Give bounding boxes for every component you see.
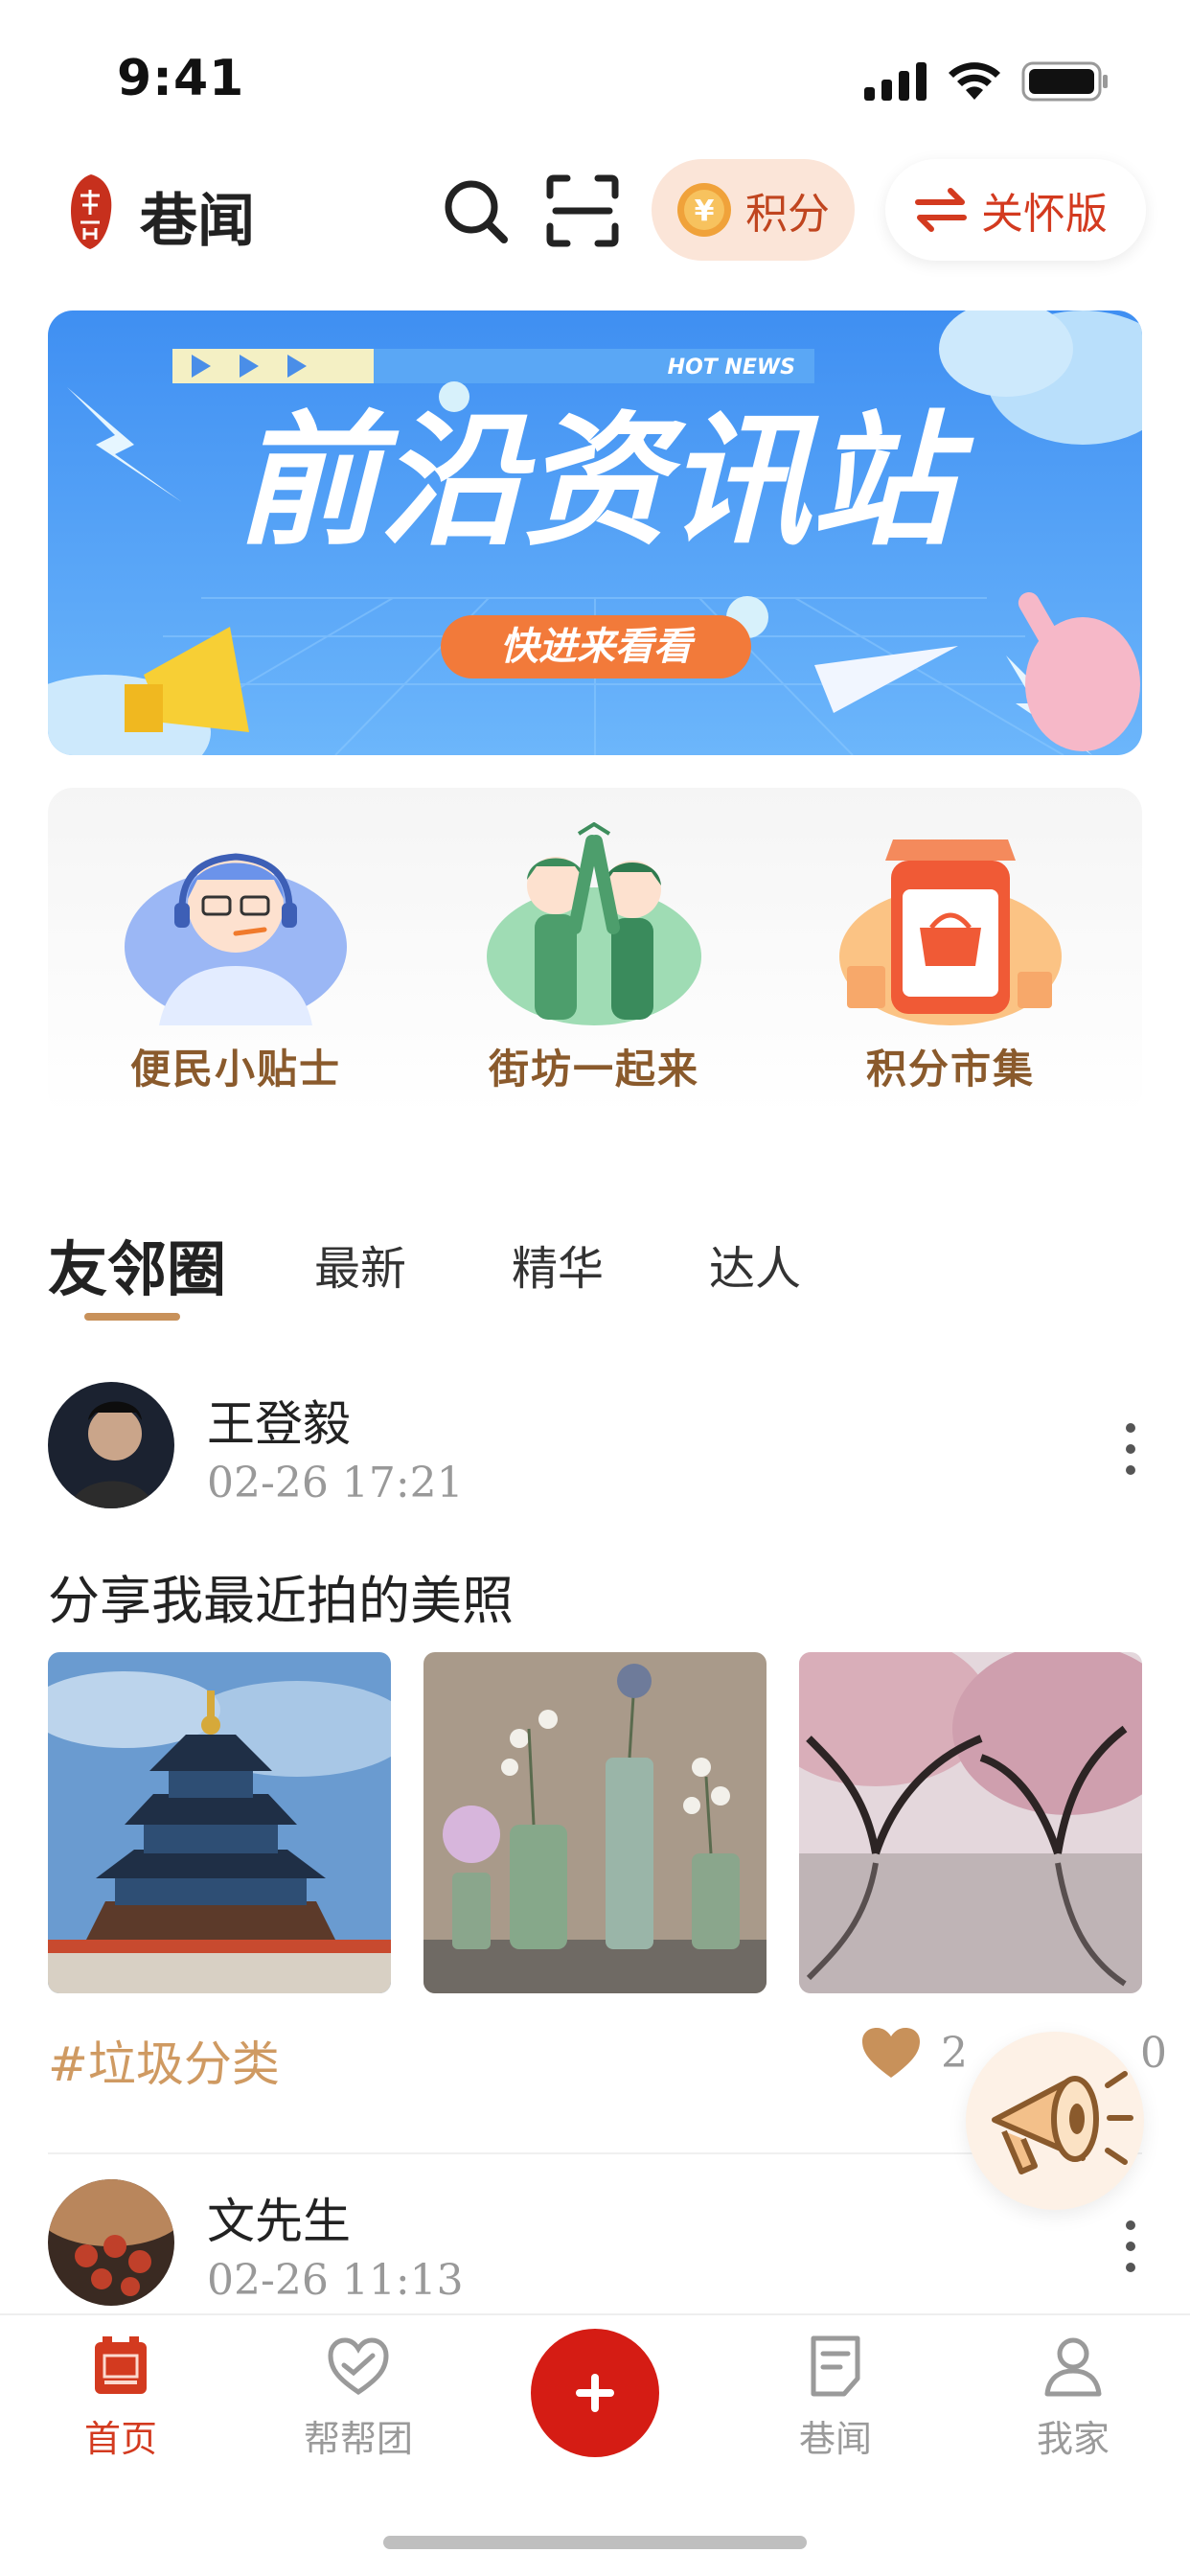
tab-experts[interactable]: 达人 (709, 1230, 801, 1298)
post-tag[interactable]: #垃圾分类 (48, 2026, 280, 2095)
feed-tabs: 友邻圈 最新 精华 达人 (0, 1217, 1190, 1332)
megaphone-icon (992, 2071, 1133, 2174)
post-author[interactable]: 文先生 (207, 2183, 351, 2252)
create-post-button[interactable] (531, 2329, 659, 2457)
coin-icon: ¥ (677, 183, 731, 237)
post-time: 02-26 17:21 (207, 1459, 464, 1507)
care-mode-button[interactable]: 关怀版 (885, 159, 1146, 261)
wifi-icon (949, 62, 1000, 100)
post-image-flowers[interactable] (423, 1652, 767, 1993)
post-image-temple[interactable] (48, 1652, 391, 1993)
post-time: 02-26 11:13 (207, 2256, 464, 2305)
quick-actions-panel: 便民小贴士 街坊一起来 积分市集 (48, 788, 1142, 1116)
post-author[interactable]: 王登毅 (207, 1386, 351, 1455)
app-title: 巷闻 (140, 188, 255, 255)
tab-latest[interactable]: 最新 (314, 1230, 406, 1298)
nav-label: 巷闻 (798, 2418, 872, 2460)
points-button[interactable]: ¥ 积分 (652, 159, 855, 261)
signal-icon (864, 62, 927, 101)
banner-tag: HOT NEWS (668, 356, 795, 380)
tab-featured[interactable]: 精华 (512, 1230, 604, 1298)
quick-action-label: 街坊一起来 (488, 1046, 699, 1092)
heart-hands-icon (328, 2337, 389, 2396)
avatar[interactable] (48, 1382, 174, 1508)
quick-action-market[interactable]: 积分市集 (807, 822, 1094, 1095)
post-image-blossoms[interactable] (799, 1652, 1142, 1993)
nav-help-group[interactable]: 帮帮团 (263, 2333, 454, 2462)
quick-action-tips[interactable]: 便民小贴士 (92, 822, 379, 1095)
avatar[interactable] (48, 2179, 174, 2306)
news-banner[interactable]: HOT NEWS 前沿资讯站 快进来看看 (48, 310, 1142, 755)
comment-count: 0 (1140, 2028, 1167, 2078)
tab-friends[interactable]: 友邻圈 (48, 1221, 226, 1307)
app-logo-icon (71, 174, 112, 249)
customer-service-icon (125, 853, 347, 1025)
active-tab-indicator (84, 1313, 180, 1321)
post-card[interactable]: 王登毅 02-26 17:21 分享我最近拍的美照 #垃圾分类 2 0 (48, 1382, 1167, 2110)
heart-icon[interactable] (860, 2026, 922, 2080)
more-options-icon[interactable] (1119, 2218, 1142, 2275)
nav-news[interactable]: 巷闻 (740, 2333, 931, 2462)
nav-home[interactable]: 首页 (25, 2333, 217, 2462)
quick-action-label: 积分市集 (865, 1046, 1035, 1092)
home-indicator[interactable] (383, 2536, 807, 2549)
switch-arrows-icon (915, 188, 967, 232)
app-header: 巷闻 ¥ 积分 关怀版 (0, 153, 1190, 268)
nav-label: 首页 (83, 2418, 157, 2460)
banner-headline: 前沿资讯站 (236, 399, 974, 565)
status-icons (864, 61, 1110, 102)
banner-button: 快进来看看 (500, 625, 696, 669)
scan-icon[interactable] (544, 172, 621, 249)
like-count: 2 (941, 2028, 968, 2078)
battery-icon (1021, 61, 1108, 102)
points-label: 积分 (745, 190, 830, 239)
home-icon (95, 2336, 147, 2394)
user-icon (1044, 2337, 1102, 2397)
nav-my-home[interactable]: 我家 (977, 2333, 1169, 2462)
nav-label: 我家 (1036, 2418, 1110, 2460)
post-text: 分享我最近拍的美照 (48, 1571, 514, 1631)
quick-action-label: 便民小贴士 (129, 1046, 341, 1092)
care-mode-label: 关怀版 (981, 190, 1108, 239)
quick-action-neighbors[interactable]: 街坊一起来 (450, 821, 738, 1095)
shop-basket-icon (839, 840, 1062, 1025)
high-five-icon (487, 821, 701, 1025)
announcement-button[interactable] (966, 2032, 1144, 2210)
plus-icon (576, 2374, 614, 2412)
banner-artwork: HOT NEWS 前沿资讯站 快进来看看 (48, 310, 1142, 755)
svg-text:¥: ¥ (695, 195, 715, 228)
document-icon (811, 2335, 860, 2397)
nav-label: 帮帮团 (303, 2418, 413, 2460)
status-time: 9:41 (117, 50, 245, 107)
status-bar: 9:41 (0, 0, 1190, 163)
search-icon[interactable] (437, 172, 514, 249)
more-options-icon[interactable] (1119, 1420, 1142, 1478)
